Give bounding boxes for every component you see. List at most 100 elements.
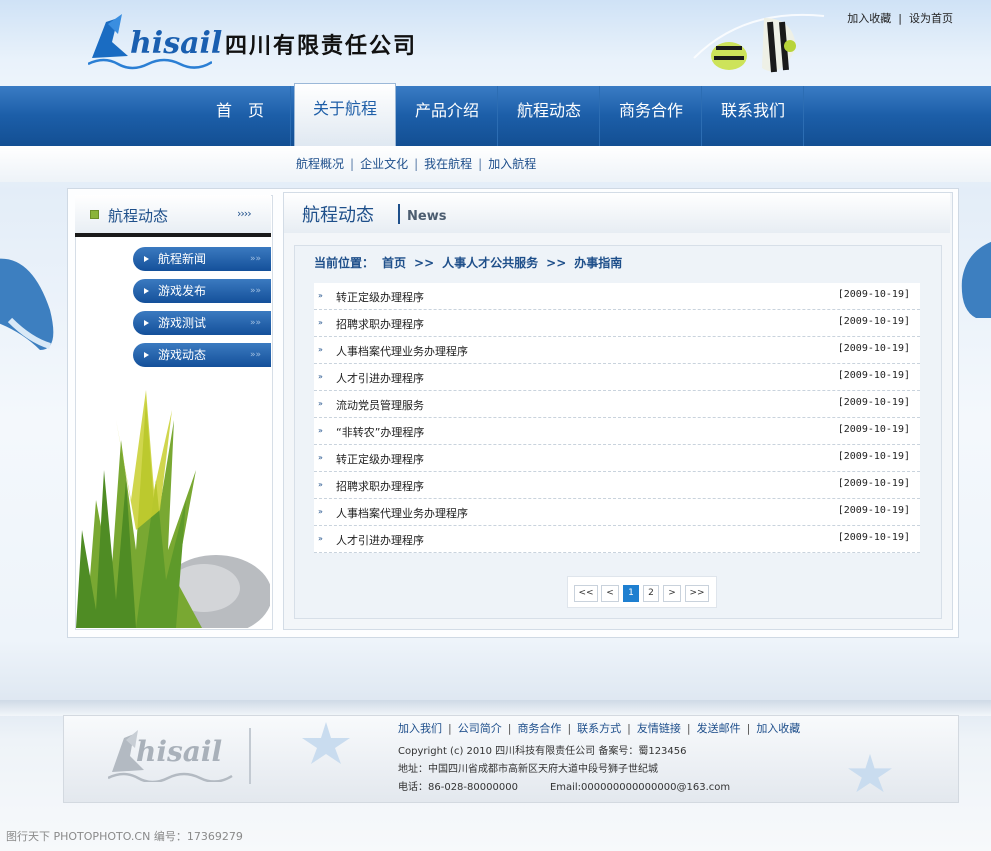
list-item-title[interactable]: 人事档案代理业务办理程序 <box>336 343 468 359</box>
double-arrow-icon: » <box>318 426 323 435</box>
double-arrow-icon: »» <box>249 318 261 328</box>
list-item[interactable]: » 人事档案代理业务办理程序 [2009-10-19] <box>314 337 920 364</box>
list-item[interactable]: » 人才引进办理程序 [2009-10-19] <box>314 526 920 553</box>
subnav-item-overview[interactable]: 航程概况 <box>296 157 344 171</box>
sidebar-item-label: 航程新闻 <box>158 252 207 266</box>
footer-link-about[interactable]: 公司简介 <box>458 722 502 735</box>
footer-logo-text: hisail <box>136 735 223 768</box>
list-item-date: [2009-10-19] <box>837 532 910 543</box>
footer-link-contact[interactable]: 联系方式 <box>577 722 621 735</box>
sidebar-more-icon[interactable]: ›››› <box>237 207 252 220</box>
subnav-item-culture[interactable]: 企业文化 <box>360 157 408 171</box>
list-item-title[interactable]: 人才引进办理程序 <box>336 370 424 386</box>
list-item-date: [2009-10-19] <box>837 451 910 462</box>
nav-item-business[interactable]: 商务合作 <box>601 86 702 146</box>
sidebar-item-release[interactable]: 游戏发布 »» <box>133 279 271 303</box>
list-item[interactable]: » 转正定级办理程序 [2009-10-19] <box>314 445 920 472</box>
footer-separator: | <box>627 722 631 735</box>
pagination: << < 1 2 > >> <box>567 576 717 608</box>
footer-link-business[interactable]: 商务合作 <box>517 722 561 735</box>
list-item-title[interactable]: 人事档案代理业务办理程序 <box>336 505 468 521</box>
list-item-date: [2009-10-19] <box>837 478 910 489</box>
nav-item-contact[interactable]: 联系我们 <box>703 86 804 146</box>
list-item[interactable]: » 人事档案代理业务办理程序 [2009-10-19] <box>314 499 920 526</box>
list-item-date: [2009-10-19] <box>837 370 910 381</box>
double-arrow-icon: »» <box>249 254 261 264</box>
double-arrow-icon: » <box>318 534 323 543</box>
content-header <box>284 193 950 233</box>
list-item-date: [2009-10-19] <box>837 316 910 327</box>
subnav-separator: | <box>478 157 483 171</box>
double-arrow-icon: » <box>318 399 323 408</box>
breadcrumb-category[interactable]: 人事人才公共服务 <box>442 256 538 270</box>
footer-divider <box>249 728 251 784</box>
footer-copyright: Copyright (c) 2010 四川科技有限责任公司 备案号：蜀12345… <box>398 746 687 757</box>
sidebar-item-dynamics[interactable]: 游戏动态 »» <box>133 343 271 367</box>
content-title: 航程动态 <box>302 205 374 226</box>
double-arrow-icon: »» <box>249 286 261 296</box>
list-item[interactable]: » 招聘求职办理程序 [2009-10-19] <box>314 472 920 499</box>
add-favorite-link[interactable]: 加入收藏 <box>847 12 891 25</box>
list-item[interactable]: » “非转农”办理程序 [2009-10-19] <box>314 418 920 445</box>
top-links: 加入收藏 | 设为首页 <box>847 10 953 26</box>
list-item-title[interactable]: 招聘求职办理程序 <box>336 478 424 494</box>
first-page-button[interactable]: << <box>574 585 598 602</box>
subnav-item-me[interactable]: 我在航程 <box>424 157 472 171</box>
set-homepage-link[interactable]: 设为首页 <box>909 12 953 25</box>
sidebar-item-label: 游戏测试 <box>158 316 207 330</box>
next-page-button[interactable]: > <box>663 585 681 602</box>
list-item[interactable]: » 招聘求职办理程序 [2009-10-19] <box>314 310 920 337</box>
nav-item-products[interactable]: 产品介绍 <box>397 86 498 146</box>
prev-page-button[interactable]: < <box>601 585 619 602</box>
list-item-title[interactable]: 人才引进办理程序 <box>336 532 424 548</box>
breadcrumb-current: 办事指南 <box>574 256 623 270</box>
footer-link-friends[interactable]: 友情链接 <box>637 722 681 735</box>
last-page-button[interactable]: >> <box>685 585 709 602</box>
list-item-title[interactable]: 招聘求职办理程序 <box>336 316 424 332</box>
triangle-right-icon <box>144 288 149 294</box>
footer-link-email[interactable]: 发送邮件 <box>697 722 741 735</box>
nav-item-home[interactable]: 首 页 <box>190 86 291 146</box>
footer-separator: | <box>686 722 691 735</box>
content-title-en: News <box>407 209 447 224</box>
footer-separator: | <box>567 722 572 735</box>
subnav-separator: | <box>350 157 355 171</box>
sidebar-bullet-icon <box>90 210 99 219</box>
starfish-icon <box>302 722 350 764</box>
company-name: 四川有限责任公司 <box>225 33 418 59</box>
footer-separator: | <box>507 722 512 735</box>
nav-item-news[interactable]: 航程动态 <box>499 86 600 146</box>
sidebar-divider <box>75 233 271 237</box>
sidebar-item-label: 游戏动态 <box>158 348 207 362</box>
footer-tel: 电话：86-028-80000000 <box>398 782 518 793</box>
footer-email[interactable]: Email:000000000000000@163.com <box>550 782 730 793</box>
breadcrumb-separator: >> <box>546 256 567 270</box>
subnav-separator: | <box>414 157 419 171</box>
list-item-title[interactable]: 流动党员管理服务 <box>336 397 424 413</box>
watermark-text: 图行天下 PHOTOPHOTO.CN 编号：17369279 <box>6 830 243 843</box>
subnav-item-join[interactable]: 加入航程 <box>488 157 536 171</box>
top-links-separator: | <box>894 12 906 25</box>
nav-item-about[interactable]: 关于航程 <box>294 83 396 148</box>
footer-separator: | <box>746 722 751 735</box>
double-arrow-icon: » <box>318 372 323 381</box>
fish-decoration-icon <box>693 13 825 73</box>
triangle-right-icon <box>144 320 149 326</box>
logo-text: hisail <box>130 26 223 61</box>
list-item[interactable]: » 转正定级办理程序 [2009-10-19] <box>314 283 920 310</box>
list-item-title[interactable]: 转正定级办理程序 <box>336 289 424 305</box>
list-item-date: [2009-10-19] <box>837 505 910 516</box>
list-item-date: [2009-10-19] <box>837 343 910 354</box>
list-item[interactable]: » 流动党员管理服务 [2009-10-19] <box>314 391 920 418</box>
page-2-button[interactable]: 2 <box>643 585 659 602</box>
footer-link-join[interactable]: 加入我们 <box>398 722 442 735</box>
list-item-title[interactable]: “非转农”办理程序 <box>336 424 424 440</box>
sidebar-item-news[interactable]: 航程新闻 »» <box>133 247 271 271</box>
breadcrumb-label: 当前位置： <box>314 256 375 270</box>
page-1-button[interactable]: 1 <box>623 585 639 602</box>
list-item-title[interactable]: 转正定级办理程序 <box>336 451 424 467</box>
list-item[interactable]: » 人才引进办理程序 [2009-10-19] <box>314 364 920 391</box>
sidebar-item-testing[interactable]: 游戏测试 »» <box>133 311 271 335</box>
breadcrumb-home[interactable]: 首页 <box>382 256 406 270</box>
footer-link-favorite[interactable]: 加入收藏 <box>756 722 800 735</box>
